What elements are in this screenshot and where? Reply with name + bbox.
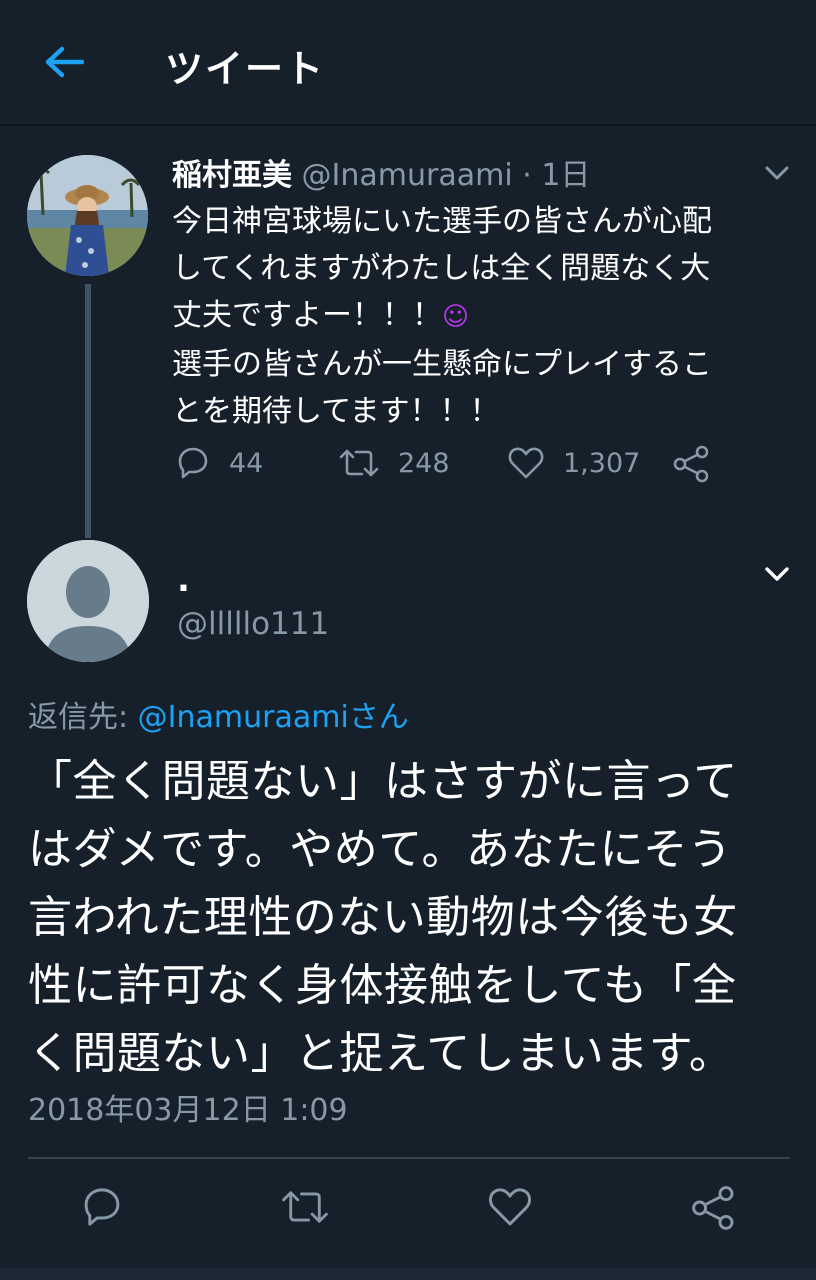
share-icon	[673, 445, 709, 483]
page-title: ツイート	[165, 47, 326, 91]
parent-retweet-button[interactable]: 248	[338, 445, 450, 481]
retweet-icon[interactable]	[280, 1185, 330, 1229]
reply-handle[interactable]: @lllllo111	[177, 606, 329, 642]
tweet-timestamp[interactable]: 2018年03月12日 1:09	[28, 1085, 348, 1129]
tweet-line: 今日神宮球場にいた選手の皆さんが心配	[172, 204, 712, 239]
parent-actions: 44 248 1,307	[172, 445, 732, 489]
parent-share-button[interactable]	[672, 445, 730, 483]
parent-handle[interactable]: @Inamuraami	[302, 158, 513, 193]
parent-time[interactable]: 1日	[541, 158, 590, 193]
tweet-line: 「全く問題ない」はさすがに言って	[28, 756, 738, 807]
reply-to-line: 返信先: @Inamuraamiさん	[28, 692, 409, 736]
reply-count: 44	[229, 447, 264, 479]
reply-to-user-link[interactable]: @Inamuraami	[138, 700, 349, 735]
reply-to-prefix: 返信先:	[28, 700, 138, 735]
tweet-line: 丈夫ですよー！！！	[172, 298, 442, 333]
tweet-line: とを期待してます！！！	[172, 394, 500, 429]
app-header: ツイート	[0, 0, 816, 126]
reply-default-avatar[interactable]	[27, 540, 149, 662]
person-silhouette-icon	[27, 540, 149, 662]
tweet-line: はダメです。やめて。あなたにそう	[28, 824, 733, 875]
like-count: 1,307	[563, 447, 641, 479]
reply-display-name[interactable]: .	[177, 560, 190, 600]
heart-icon[interactable]	[487, 1185, 533, 1229]
tweet-line: してくれますがわたしは全く問題なく大	[172, 251, 711, 286]
reply-to-suffix[interactable]: さん	[349, 700, 409, 735]
reply-actions-bar	[0, 1185, 816, 1245]
parent-tweet-text: 今日神宮球場にいた選手の皆さんが心配 してくれますがわたしは全く問題なく大 丈夫…	[172, 198, 772, 435]
parent-header: 稲村亜美 @Inamuraami · 1日	[172, 150, 590, 194]
thread-connector	[85, 284, 91, 538]
tweet-line: く問題ない」と捉えてしまいます。	[28, 1028, 734, 1079]
back-arrow-icon[interactable]	[44, 44, 84, 80]
reply-icon[interactable]	[80, 1185, 124, 1229]
retweet-icon	[339, 449, 379, 477]
tweet-line: 性に許可なく身体接触をしても「全	[28, 960, 737, 1011]
tweet-line: 選手の皆さんが一生懸命にプレイするこ	[172, 347, 712, 382]
parent-separator: ·	[522, 158, 532, 193]
retweet-count: 248	[398, 447, 450, 479]
reply-icon	[178, 447, 208, 479]
heart-icon	[508, 447, 544, 479]
share-icon[interactable]	[690, 1185, 738, 1231]
smile-emoji: ☺	[442, 302, 470, 332]
reply-chevron-down-icon[interactable]	[764, 566, 790, 582]
parent-like-button[interactable]: 1,307	[507, 445, 640, 481]
parent-display-name[interactable]: 稲村亜美	[172, 158, 292, 193]
reply-tweet-text: 「全く問題ない」はさすがに言って はダメです。やめて。あなたにそう 言われた理性…	[28, 748, 793, 1088]
divider	[28, 1157, 790, 1159]
parent-avatar[interactable]	[27, 155, 148, 276]
parent-chevron-down-icon[interactable]	[764, 165, 790, 181]
bottom-edge	[0, 1268, 816, 1280]
parent-reply-button[interactable]: 44	[175, 445, 263, 481]
tweet-line: 言われた理性のない動物は今後も女	[28, 892, 738, 943]
